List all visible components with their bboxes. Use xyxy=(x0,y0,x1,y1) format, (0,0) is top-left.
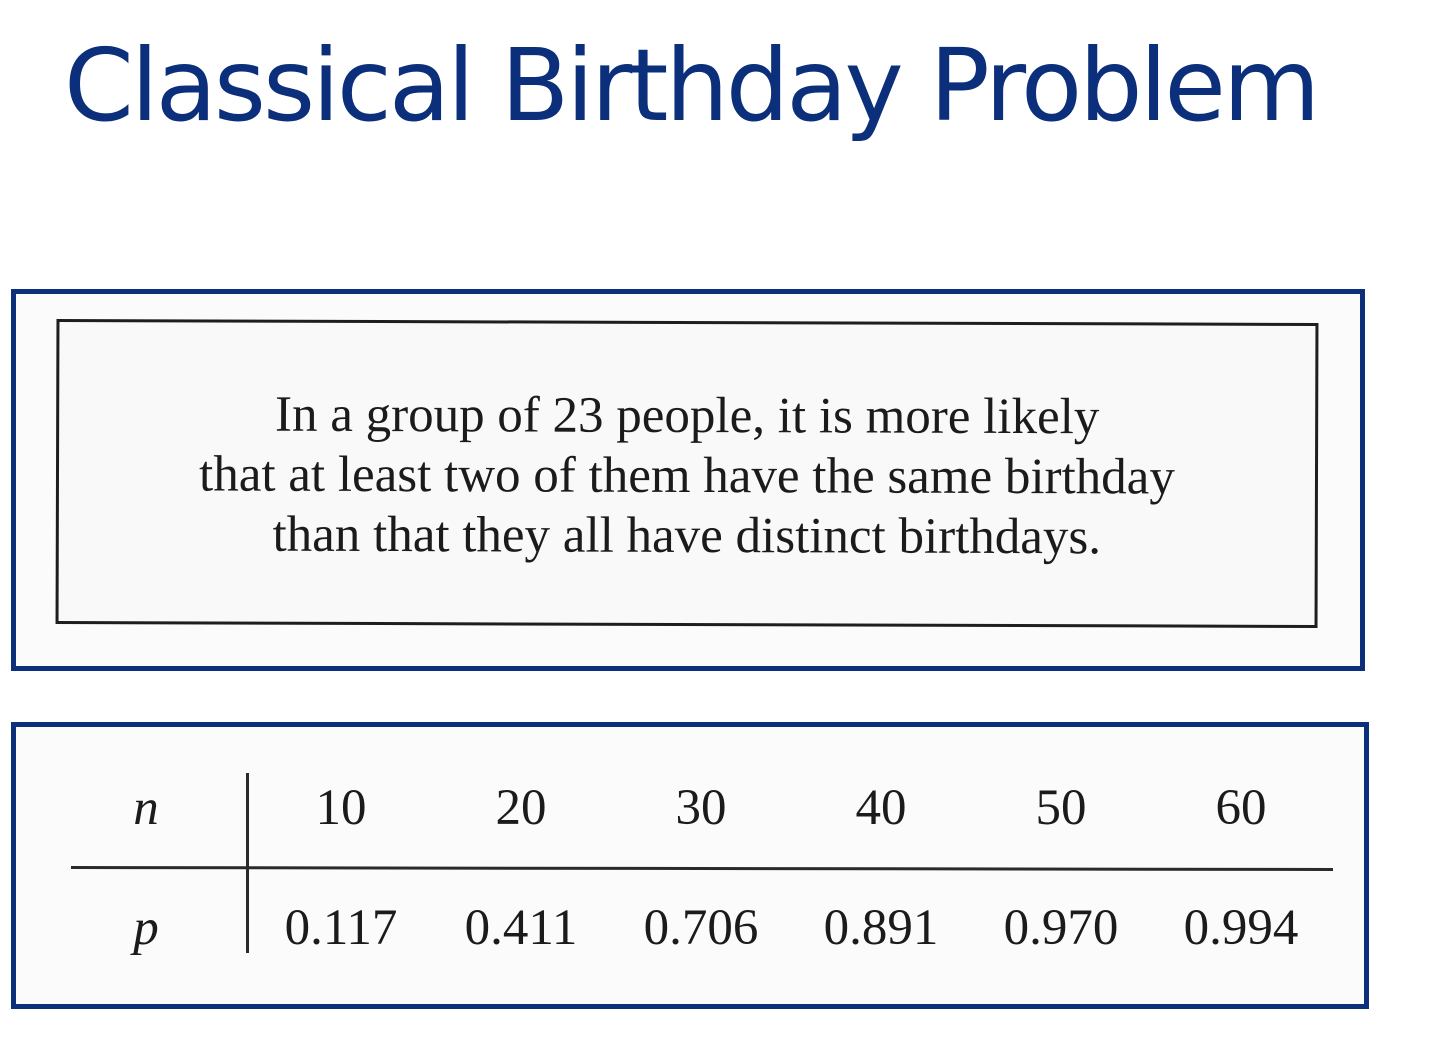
table-cell-p: 0.994 xyxy=(1183,900,1299,956)
table-cell-n: 10 xyxy=(315,780,367,836)
row-label-n: n xyxy=(133,780,159,836)
statement-panel: In a group of 23 people, it is more like… xyxy=(11,289,1365,671)
statement-line: than that they all have distinct birthda… xyxy=(272,506,1102,566)
statement-line: In a group of 23 people, it is more like… xyxy=(274,386,1100,446)
slide-title: Classical Birthday Problem xyxy=(64,27,1320,144)
table-cell-p: 0.970 xyxy=(1003,900,1119,956)
probability-table: n 10 20 30 40 50 60 p 0.117 0.411 0.706 … xyxy=(11,722,1369,1009)
table-cell-n: 50 xyxy=(1035,780,1087,836)
table-vertical-rule xyxy=(246,773,249,953)
table-cell-p: 0.891 xyxy=(823,900,939,956)
table-horizontal-rule xyxy=(70,866,1334,871)
table-cell-n: 60 xyxy=(1215,780,1267,836)
table-cell-p: 0.411 xyxy=(464,900,578,956)
table-cell-n: 20 xyxy=(495,780,547,836)
table-cell-p: 0.706 xyxy=(643,900,759,956)
statement-line: that at least two of them have the same … xyxy=(199,446,1175,506)
table-cell-n: 30 xyxy=(675,780,727,836)
statement-box: In a group of 23 people, it is more like… xyxy=(55,319,1319,628)
row-label-p: p xyxy=(133,900,159,956)
statement-text: In a group of 23 people, it is more like… xyxy=(59,384,1316,568)
table-cell-n: 40 xyxy=(855,780,907,836)
table-cell-p: 0.117 xyxy=(284,900,398,956)
